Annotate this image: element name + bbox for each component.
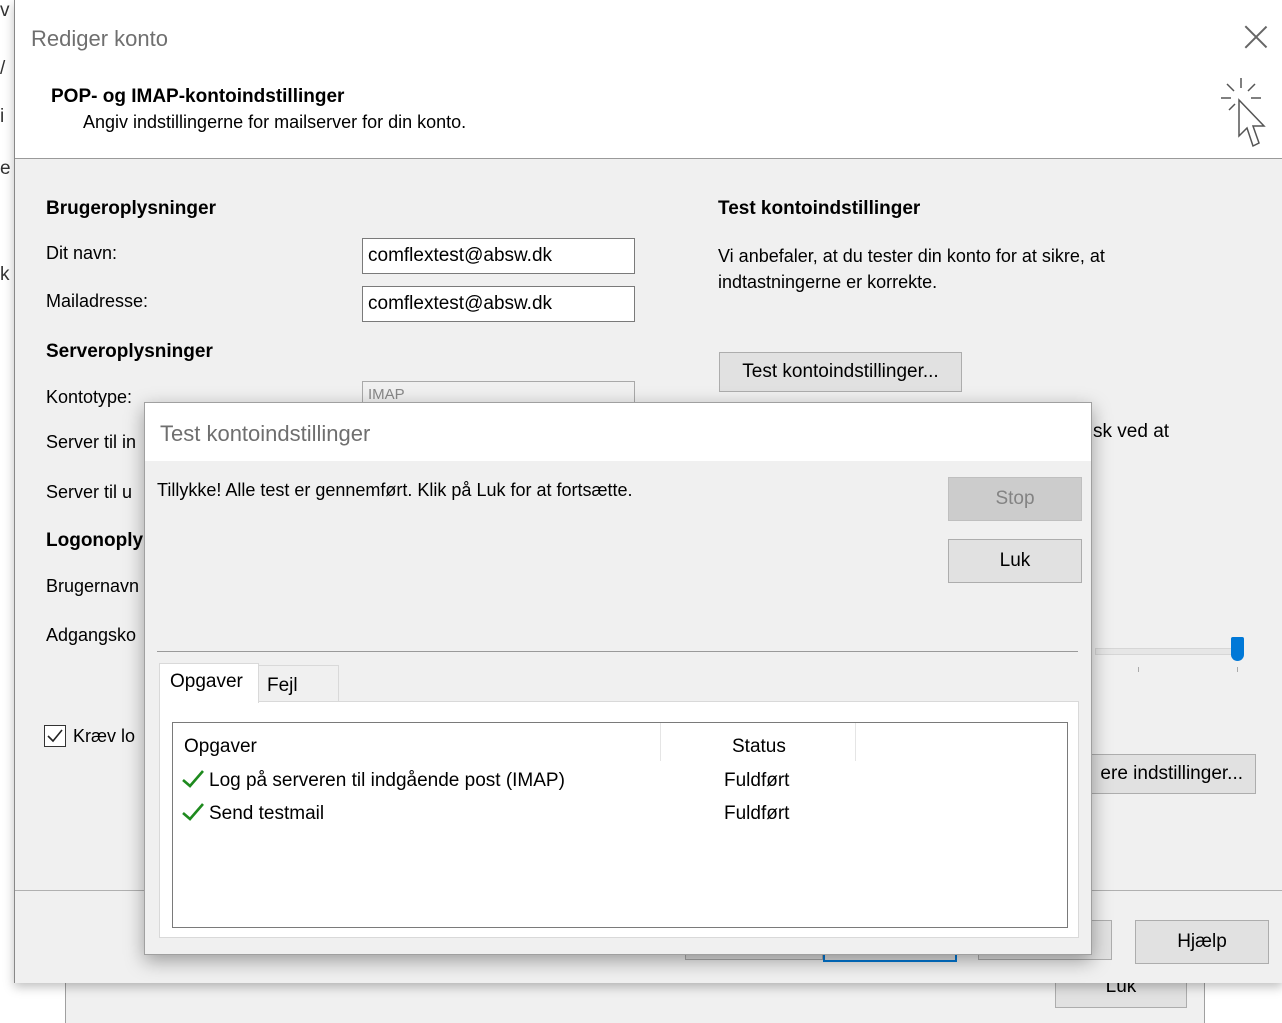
email-input[interactable]: comflextest@absw.dk (362, 286, 635, 322)
server-info-heading: Serveroplysninger (46, 341, 213, 362)
incoming-server-label: Server til in (46, 432, 137, 452)
success-check-icon (182, 803, 204, 821)
test-description: Vi anbefaler, at du tester din konto for… (718, 246, 1105, 292)
name-label: Dit navn: (46, 243, 118, 263)
password-label: Adgangsko (46, 625, 137, 645)
user-info-heading: Brugeroplysninger (46, 198, 216, 219)
slider-tick (1237, 667, 1238, 672)
logon-info-heading: Logonoply (46, 530, 144, 551)
account-type-label: Kontotype: (46, 387, 133, 407)
bg-edge-glyph: i (0, 106, 5, 127)
more-settings-button[interactable]: ere indstillinger... (1081, 754, 1256, 794)
column-header-status[interactable]: Status (732, 736, 786, 758)
task-name: Send testmail (209, 803, 325, 824)
dialog-header: Rediger konto POP- og IMAP-kontoindstill… (15, 0, 1282, 159)
tab-errors[interactable]: Fejl (259, 665, 339, 701)
test-dialog-header: Test kontoindstillinger (145, 403, 1091, 461)
close-button[interactable]: Luk (948, 539, 1082, 583)
partial-description-text: sk ved at (1093, 421, 1170, 442)
name-input[interactable]: comflextest@absw.dk (362, 238, 635, 274)
mail-offline-slider-thumb[interactable] (1231, 637, 1244, 661)
test-account-settings-button[interactable]: Test kontoindstillinger... (719, 352, 962, 392)
tasks-tab-panel: Opgaver Status Log på serveren til indgå… (159, 701, 1079, 938)
username-label: Brugernavn (46, 576, 140, 596)
test-settings-heading: Test kontoindstillinger (718, 198, 921, 219)
test-dialog-separator (157, 651, 1078, 652)
column-divider (660, 723, 661, 761)
bg-edge-glyph: / (0, 58, 6, 79)
bg-edge-glyph: v (0, 0, 10, 21)
checkmark-icon (47, 729, 63, 743)
require-logon-checkbox[interactable] (44, 725, 66, 747)
slider-tick (1138, 667, 1139, 672)
success-check-icon (182, 770, 204, 788)
close-icon[interactable] (1243, 24, 1269, 50)
stop-button[interactable]: Stop (948, 477, 1082, 521)
test-dialog-title: Test kontoindstillinger (160, 421, 371, 446)
test-result-message: Tillykke! Alle test er gennemført. Klik … (157, 480, 633, 500)
column-divider (855, 723, 856, 761)
header-subtitle: Angiv indstillingerne for mailserver for… (83, 112, 467, 132)
email-label: Mailadresse: (46, 291, 149, 311)
bg-edge-glyph: e (0, 158, 11, 179)
bg-edge-glyph: k (0, 264, 10, 285)
outgoing-server-label: Server til u (46, 482, 133, 502)
task-status: Fuldført (724, 803, 790, 824)
header-title: POP- og IMAP-kontoindstillinger (51, 86, 345, 107)
task-name: Log på serveren til indgående post (IMAP… (209, 770, 565, 791)
require-logon-label: Kræv lo (73, 726, 136, 746)
tasks-list[interactable]: Opgaver Status Log på serveren til indgå… (172, 722, 1068, 928)
dialog-title: Rediger konto (31, 26, 168, 51)
cursor-click-icon (1221, 78, 1266, 148)
mail-offline-slider-track[interactable] (1095, 648, 1242, 655)
column-header-tasks[interactable]: Opgaver (184, 736, 257, 758)
task-status: Fuldført (724, 770, 790, 791)
test-settings-dialog: Test kontoindstillinger Tillykke! Alle t… (144, 402, 1092, 955)
tab-tasks[interactable]: Opgaver (159, 663, 259, 703)
help-button[interactable]: Hjælp (1135, 920, 1269, 964)
